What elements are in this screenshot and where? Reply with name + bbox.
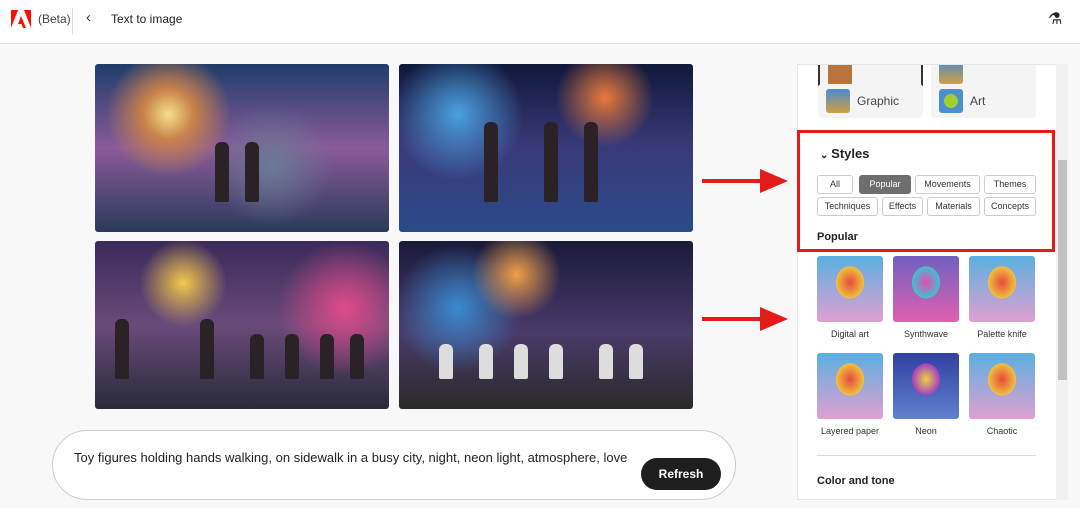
content-type-art[interactable]: Art [931,84,1036,118]
style-chaotic[interactable] [969,353,1035,419]
graphic-thumbnail-icon [826,89,850,113]
scrollbar-thumb[interactable] [1058,160,1067,380]
style-label: Palette knife [977,329,1027,339]
divider [817,455,1036,456]
generated-image-2[interactable] [399,64,693,232]
style-label: Digital art [830,329,869,339]
beta-label: (Beta) [38,12,71,26]
style-synthwave[interactable] [893,256,959,322]
divider [72,8,73,34]
back-chevron-icon[interactable]: ‹ [86,9,91,26]
generated-image-1[interactable] [95,64,389,232]
generated-image-4[interactable] [399,241,693,409]
page-title: Text to image [111,12,183,26]
annotation-highlight-box [797,130,1055,252]
generated-image-3[interactable] [95,241,389,409]
annotation-arrow [702,307,788,331]
annotation-arrow [702,169,788,193]
adobe-logo-icon[interactable] [11,10,31,28]
style-palette-knife[interactable] [969,256,1035,322]
color-and-tone-heading[interactable]: Color and tone [817,475,895,487]
refresh-button[interactable]: Refresh [641,458,721,490]
style-layered-paper[interactable] [817,353,883,419]
style-label: Neon [915,426,937,436]
style-neon[interactable] [893,353,959,419]
style-label: Layered paper [820,426,880,436]
style-label: Synthwave [903,329,949,339]
art-thumbnail-icon [939,89,963,113]
flask-icon[interactable]: ⚗ [1048,9,1062,29]
style-label: Chaotic [986,426,1018,436]
content-type-graphic[interactable]: Graphic [818,84,923,118]
style-digital-art[interactable] [817,256,883,322]
prompt-box[interactable] [52,430,736,500]
prompt-input[interactable]: Toy figures holding hands walking, on si… [74,450,627,465]
top-bar: (Beta) ‹ Text to image ⚗ [0,0,1080,44]
